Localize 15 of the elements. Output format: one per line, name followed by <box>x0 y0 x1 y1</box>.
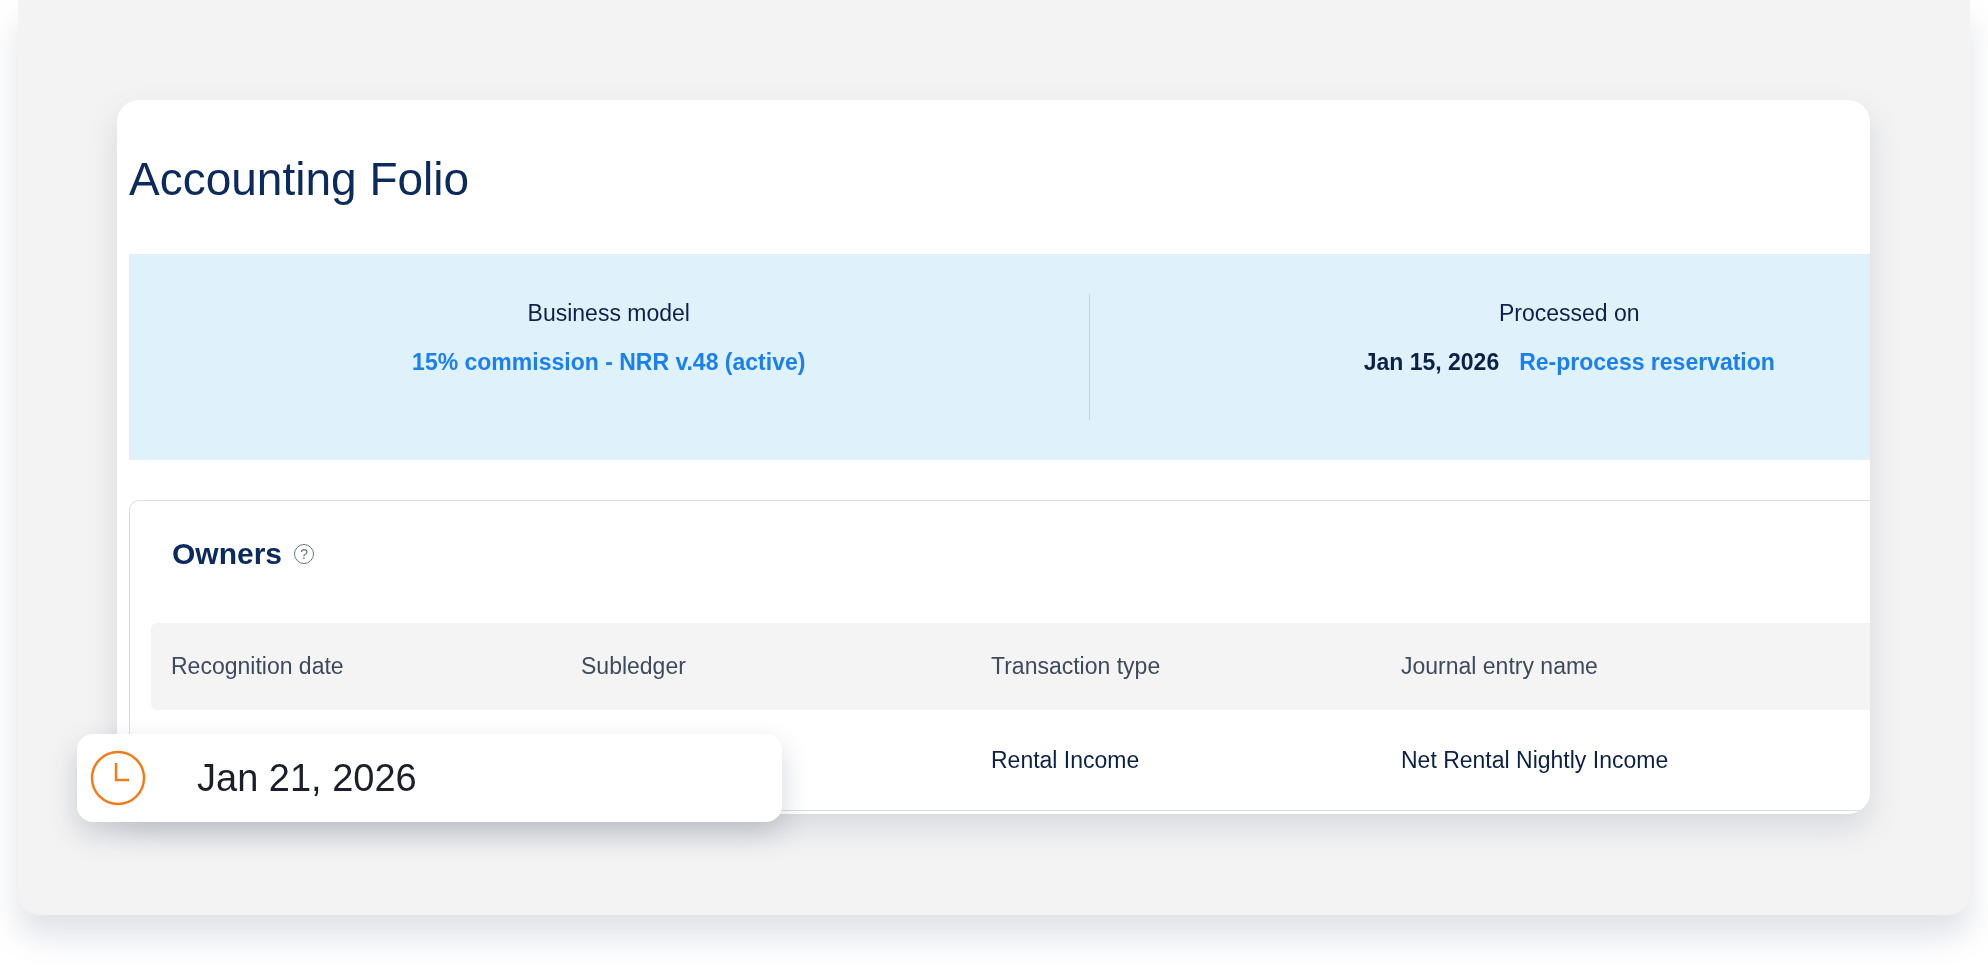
table-cell-text: Rental Income <box>990 746 1141 774</box>
processed-date: Jan 15, 2026 <box>1363 349 1500 376</box>
summary-label: Business model <box>527 300 690 327</box>
column-header: Recognition date <box>170 653 345 680</box>
column-header: Transaction type <box>990 653 1162 680</box>
section-title: Owners <box>172 537 283 571</box>
date-text: Jan 21, 2026 <box>197 756 417 800</box>
page-title: Accounting Folio <box>129 152 471 207</box>
column-header: Journal entry name <box>1400 653 1599 680</box>
business-model-link[interactable]: 15% commission - NRR v.48 (active) <box>412 349 806 376</box>
table-cell-text: Net Rental Nightly Income <box>1400 746 1670 774</box>
clock-icon <box>89 749 147 807</box>
column-header: Subledger <box>580 653 687 680</box>
summary-label: Processed on <box>1498 300 1640 327</box>
reprocess-link[interactable]: Re-process reservation <box>1519 349 1775 376</box>
